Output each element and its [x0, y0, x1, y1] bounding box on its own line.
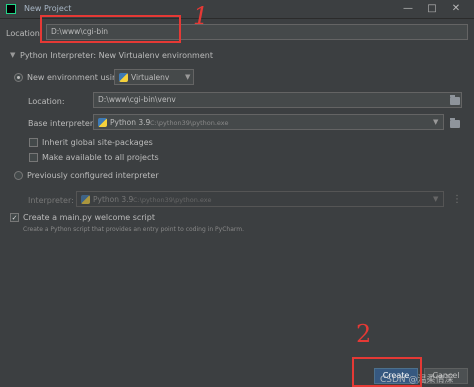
new-environment-label: New environment using — [27, 73, 123, 82]
base-interpreter-version: Python 3.9 — [110, 118, 151, 127]
base-interpreter-select[interactable]: Python 3.9 C:\python39\python.exe ▼ — [93, 114, 444, 130]
interpreter-section-title[interactable]: Python Interpreter: New Virtualenv envir… — [20, 51, 213, 60]
python-icon — [98, 118, 107, 127]
chevron-down-icon: ▼ — [185, 73, 191, 81]
maximize-icon[interactable]: □ — [424, 2, 440, 16]
chevron-down-icon: ▼ — [433, 195, 439, 203]
previous-interpreter-path: C:\python39\python.exe — [133, 196, 212, 204]
make-available-label: Make available to all projects — [42, 153, 159, 162]
close-icon[interactable]: ✕ — [448, 2, 464, 16]
more-options-icon[interactable]: ⋮ — [452, 194, 462, 205]
welcome-script-label: Create a main.py welcome script — [23, 213, 155, 222]
previous-interpreter-version: Python 3.9 — [93, 195, 134, 204]
annotation-mark-2: 2 — [356, 320, 372, 348]
env-tool-select[interactable]: Virtualenv ▼ — [114, 69, 194, 85]
inherit-packages-checkbox[interactable] — [29, 138, 38, 147]
annotation-mark-1: 1 — [193, 2, 209, 30]
base-interpreter-label: Base interpreter: — [28, 119, 96, 128]
python-icon — [81, 195, 90, 204]
pycharm-icon — [6, 4, 16, 14]
previous-interpreter-radio[interactable] — [14, 171, 23, 180]
annotation-box-2 — [352, 357, 422, 387]
inherit-packages-label: Inherit global site-packages — [42, 138, 153, 147]
window-title: New Project — [24, 4, 72, 13]
env-tool-value: Virtualenv — [131, 73, 170, 82]
minimize-icon[interactable]: — — [400, 2, 416, 16]
welcome-script-checkbox[interactable]: ✓ — [10, 213, 19, 222]
folder-icon[interactable] — [450, 118, 460, 128]
base-interpreter-path: C:\python39\python.exe — [150, 119, 229, 127]
make-available-checkbox[interactable] — [29, 153, 38, 162]
welcome-script-description: Create a Python script that provides an … — [23, 226, 245, 233]
interpreter-label: Interpreter: — [28, 196, 74, 205]
new-environment-radio[interactable] — [14, 73, 23, 82]
previous-interpreter-label: Previously configured interpreter — [27, 171, 159, 180]
folder-icon[interactable] — [450, 95, 460, 105]
collapse-chevron-icon[interactable]: ▼ — [10, 51, 15, 59]
chevron-down-icon: ▼ — [433, 118, 439, 126]
venv-location-label: Location: — [28, 97, 65, 106]
location-label: Location: — [6, 29, 43, 38]
annotation-box-1 — [40, 15, 181, 43]
python-icon — [119, 73, 128, 82]
venv-location-input[interactable]: D:\www\cgi-bin\venv — [93, 92, 462, 108]
previous-interpreter-select[interactable]: Python 3.9 C:\python39\python.exe ▼ — [76, 191, 444, 207]
